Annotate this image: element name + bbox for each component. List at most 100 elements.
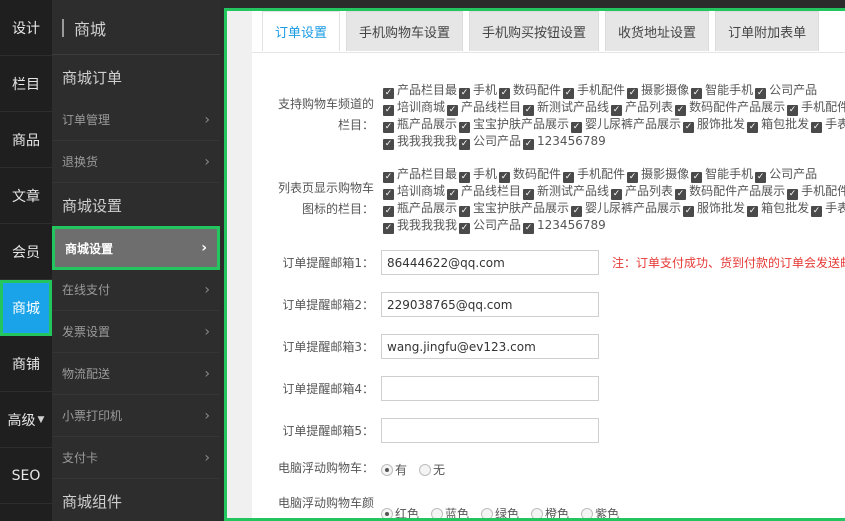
channel-checkbox[interactable]: ✓ 新测试产品线 (521, 100, 609, 116)
channel-checkbox[interactable]: ✓ 箱包批发 (745, 117, 810, 133)
email5-field[interactable] (381, 418, 599, 443)
tab-order-extra-form[interactable]: 订单附加表单 (715, 11, 820, 51)
channel-checkbox[interactable]: ✓ 产品列表 (609, 184, 673, 200)
nav-mall-settings[interactable]: 商城设置 › (52, 226, 220, 270)
checkbox-checked-icon: ✓ (683, 122, 695, 133)
channel-checkbox[interactable]: ✓ 公司产品 (753, 167, 817, 183)
nav-receipt-printer[interactable]: 小票打印机 › (52, 395, 220, 437)
channel-checkbox[interactable]: ✓ 数码配件产品展示 (673, 100, 785, 116)
channel-checkbox[interactable]: ✓ 手机配件 (561, 83, 626, 99)
nav-product[interactable]: 商品 (0, 112, 52, 168)
email2-field[interactable]: 229038765@qq.com (381, 292, 599, 317)
channel-checkbox[interactable]: ✓ 我我我我我 (381, 218, 457, 234)
checkbox-label: 瓶产品展示 (397, 117, 458, 131)
channel-checkbox[interactable]: ✓ 手机配件 (785, 184, 845, 200)
channel-checkbox[interactable]: ✓ 产品线栏目 (445, 184, 521, 200)
nav-returns[interactable]: 退换货 › (52, 141, 220, 183)
nav-invoice-settings[interactable]: 发票设置 › (52, 311, 220, 353)
channel-checkbox[interactable]: ✓ 手机 (457, 167, 498, 183)
email3-field[interactable]: wang.jingfu@ev123.com (381, 334, 599, 359)
channel-checkbox[interactable]: ✓ 培训商城 (381, 184, 445, 200)
tab-mobile-cart[interactable]: 手机购物车设置 (346, 11, 464, 51)
channel-checkbox[interactable]: ✓ 智能手机 (689, 167, 753, 183)
channel-checkbox[interactable]: ✓ 数码配件产品展示 (673, 184, 785, 200)
radio-option[interactable]: 绿色 (481, 505, 519, 518)
channel-checkbox[interactable]: ✓ 产品栏目最 (381, 167, 458, 183)
nav-logistics[interactable]: 物流配送 › (52, 353, 220, 395)
channel-checkbox[interactable]: ✓ 公司产品 (753, 83, 817, 99)
channel-checkbox[interactable]: ✓手表 (809, 117, 845, 133)
group-mall-components: 商城组件 (62, 493, 123, 511)
checkbox-label: 瓶产品展示 (397, 201, 458, 215)
tab-order-settings[interactable]: 订单设置 (262, 11, 341, 51)
channel-checkbox[interactable]: ✓ 产品列表 (609, 100, 673, 116)
nav-shop[interactable]: 商铺 (0, 336, 52, 392)
checkbox-label: 产品栏目最 (397, 167, 458, 181)
nav-mall[interactable]: 商城 (0, 280, 52, 336)
checkbox-checked-icon: ✓ (811, 206, 823, 217)
channel-checkbox[interactable]: ✓手表 (809, 201, 845, 217)
channel-checkbox[interactable]: ✓ 婴儿尿裤产品展示 (569, 117, 681, 133)
email3-label: 订单提醒邮箱3： (282, 340, 374, 354)
channel-checkbox[interactable]: ✓ 手机配件 (785, 100, 845, 116)
radio-option[interactable]: 橙色 (531, 505, 569, 518)
radio-checked-icon (381, 463, 393, 476)
checkbox-label: 手机 (473, 167, 498, 181)
channel-checkbox[interactable]: ✓ 我我我我我 (381, 134, 458, 150)
channel-checkbox[interactable]: ✓ 产品栏目最 (381, 83, 457, 99)
channel-checkbox[interactable]: ✓ 手机 (457, 83, 497, 99)
tab-bar: 订单设置 手机购物车设置 手机购买按钮设置 收货地址设置 订单附加表单 (262, 11, 825, 53)
nav-member[interactable]: 会员 (0, 224, 52, 280)
channel-checkbox[interactable]: ✓ 婴儿尿裤产品展示 (569, 201, 681, 217)
channel-checkbox[interactable]: ✓ 服饰批发 (681, 117, 745, 133)
list-icon-label: 列表页显示购物车 图标的栏目： (252, 180, 374, 218)
channel-checkbox[interactable]: ✓ 宝宝护肤产品展示 (457, 117, 569, 133)
nav-article[interactable]: 文章 (0, 168, 52, 224)
channel-checkbox[interactable]: ✓ 手机配件 (561, 167, 625, 183)
channel-checkbox[interactable]: ✓ 瓶产品展示 (381, 117, 458, 133)
nav-advanced[interactable]: 高级 ▼ (0, 392, 52, 448)
radio-option[interactable]: 红色 (381, 505, 419, 518)
channel-checkbox[interactable]: ✓ 培训商城 (381, 100, 445, 116)
checkbox-label: 手机配件 (577, 83, 626, 97)
radio-unchecked-icon (531, 507, 544, 518)
channel-checkbox[interactable]: ✓ 摄影摄像 (625, 83, 689, 99)
content-panel: 订单设置 手机购物车设置 手机购买按钮设置 收货地址设置 订单附加表单 支持购物… (224, 8, 845, 521)
nav-column[interactable]: 栏目 (0, 56, 52, 112)
nav-order-management[interactable]: 订单管理 › (52, 99, 220, 141)
nav-design[interactable]: 设计 (0, 0, 52, 56)
channel-checkbox[interactable]: ✓ 公司产品 (457, 218, 521, 234)
radio-option[interactable]: 有 (381, 461, 407, 478)
channel-checkbox[interactable]: ✓ 123456789 (521, 134, 606, 150)
tab-mobile-buy-button[interactable]: 手机购买按钮设置 (469, 11, 600, 51)
checkbox-label: 123456789 (537, 218, 606, 232)
nav-seo[interactable]: SEO (0, 448, 52, 504)
email4-field[interactable] (381, 376, 599, 401)
radio-option[interactable]: 紫色 (581, 505, 619, 518)
channel-checkbox[interactable]: ✓ 新测试产品线 (521, 184, 609, 200)
sub-label: 支付卡 (62, 451, 99, 465)
checkbox-label: 箱包批发 (761, 117, 810, 131)
tab-shipping-address[interactable]: 收货地址设置 (605, 11, 710, 51)
checkbox-label: 手机配件 (801, 100, 845, 114)
channel-checkbox[interactable]: ✓ 公司产品 (457, 134, 521, 150)
checkbox-checked-icon: ✓ (523, 189, 535, 200)
channel-checkbox[interactable]: ✓ 产品线栏目 (445, 100, 521, 116)
channel-checkbox[interactable]: ✓ 摄影摄像 (625, 167, 689, 183)
nav-pay-card[interactable]: 支付卡 › (52, 437, 220, 479)
checkbox-checked-icon: ✓ (383, 105, 394, 116)
channel-checkbox[interactable]: ✓ 智能手机 (689, 83, 753, 99)
radio-option[interactable]: 无 (419, 461, 445, 478)
checkbox-label: 我我我我我 (397, 134, 458, 148)
email1-field[interactable]: 86444622@qq.com (381, 250, 599, 275)
channel-checkbox[interactable]: ✓ 服饰批发 (681, 201, 745, 217)
radio-option[interactable]: 蓝色 (431, 505, 469, 518)
channel-checkbox[interactable]: ✓ 数码配件 (497, 167, 561, 183)
channel-checkbox[interactable]: ✓ 123456789 (521, 218, 606, 234)
channel-checkbox[interactable]: ✓ 箱包批发 (745, 201, 809, 217)
nav-online-payment[interactable]: 在线支付 › (52, 269, 220, 311)
channel-checkbox[interactable]: ✓ 宝宝护肤产品展示 (457, 201, 569, 217)
channel-checkbox[interactable]: ✓ 瓶产品展示 (381, 201, 458, 217)
cart-channels-label: 支持购物车频道的 栏目： (252, 96, 374, 134)
channel-checkbox[interactable]: ✓ 数码配件 (497, 83, 561, 99)
